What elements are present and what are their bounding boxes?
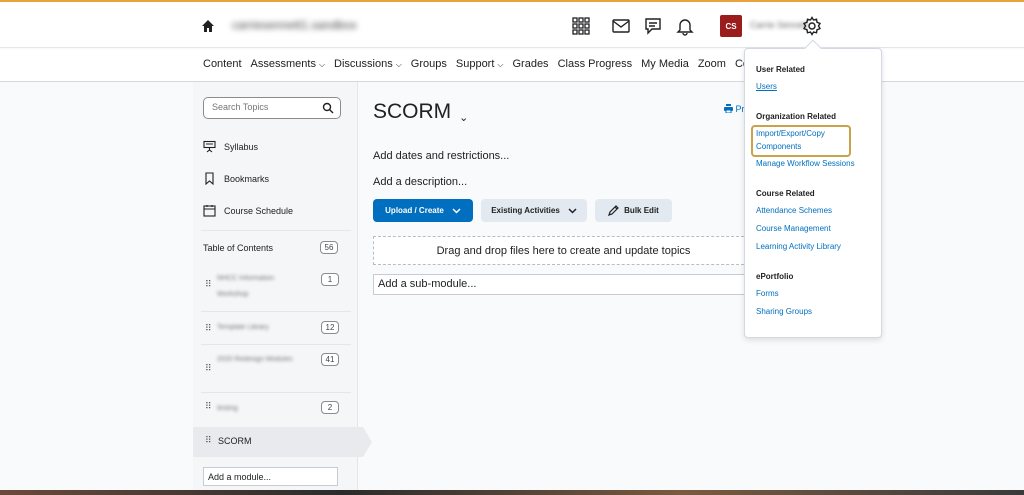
- link-course-management[interactable]: Course Management: [756, 222, 831, 235]
- divider: [201, 392, 351, 393]
- bulk-edit-button[interactable]: Bulk Edit: [595, 199, 672, 222]
- section-heading-course-related: Course Related: [756, 189, 815, 198]
- file-dropzone[interactable]: Drag and drop files here to create and u…: [373, 236, 754, 265]
- sidebar-item-course-schedule[interactable]: Course Schedule: [203, 204, 293, 217]
- presentation-icon: [203, 140, 216, 153]
- add-module-input[interactable]: Add a module...: [203, 467, 338, 486]
- admin-tools-dropdown: User Related Users Organization Related …: [744, 39, 882, 338]
- chevron-down-icon: ⌵: [395, 60, 402, 69]
- link-manage-workflow-sessions[interactable]: Manage Workflow Sessions: [756, 157, 855, 170]
- divider: [201, 344, 351, 345]
- calendar-icon: [203, 205, 216, 217]
- count-badge: 1: [321, 273, 339, 286]
- search-input[interactable]: [212, 102, 317, 112]
- sidebar-item-bookmarks[interactable]: Bookmarks: [203, 172, 269, 185]
- search-icon[interactable]: [322, 102, 334, 114]
- section-heading-organization-related: Organization Related: [756, 112, 837, 121]
- nav-class-progress[interactable]: Class Progress: [558, 58, 633, 70]
- link-forms[interactable]: Forms: [756, 287, 779, 300]
- search-topics: [203, 97, 341, 119]
- drag-handle-icon[interactable]: ⠿: [205, 363, 212, 374]
- link-learning-activity-library[interactable]: Learning Activity Library: [756, 240, 841, 253]
- divider: [201, 311, 351, 312]
- mail-icon[interactable]: [611, 16, 631, 36]
- chevron-down-icon: ⌵: [318, 60, 326, 69]
- mini-bar: carriesennett1.sandbox CS Carrie Sennett: [0, 2, 1024, 48]
- chat-icon[interactable]: [643, 16, 663, 36]
- add-description-link[interactable]: Add a description...: [373, 176, 467, 188]
- nav-grades[interactable]: Grades: [512, 58, 548, 70]
- add-dates-link[interactable]: Add dates and restrictions...: [373, 150, 509, 162]
- chevron-down-icon: [452, 207, 461, 214]
- nav-discussions[interactable]: Discussions ⌵: [334, 58, 402, 70]
- user-name[interactable]: Carrie Sennett: [750, 20, 808, 30]
- chevron-down-icon[interactable]: ⌄: [459, 112, 468, 124]
- drag-handle-icon[interactable]: ⠿: [205, 401, 212, 412]
- chevron-down-icon: ⌵: [497, 60, 504, 69]
- print-button[interactable]: Pr: [724, 104, 745, 114]
- bell-icon[interactable]: [675, 16, 695, 36]
- link-attendance-schemes[interactable]: Attendance Schemes: [756, 204, 832, 217]
- nav-support[interactable]: Support ⌵: [456, 58, 504, 70]
- count-badge: 56: [320, 241, 338, 254]
- add-submodule-input[interactable]: Add a sub-module...: [373, 274, 754, 295]
- printer-icon: [724, 104, 733, 114]
- nav-my-media[interactable]: My Media: [641, 58, 689, 70]
- existing-activities-button[interactable]: Existing Activities: [481, 199, 587, 222]
- nav-assessments[interactable]: Assessments ⌵: [251, 58, 326, 70]
- link-import-export-copy-components[interactable]: Import/Export/Copy Components: [756, 127, 825, 153]
- page-title[interactable]: SCORM ⌄: [373, 100, 468, 124]
- table-of-contents-label[interactable]: Table of Contents: [203, 243, 273, 253]
- nav-content[interactable]: Content: [203, 58, 242, 70]
- pencil-icon: [608, 205, 620, 216]
- section-heading-user-related: User Related: [756, 65, 805, 74]
- bottom-edge: [0, 490, 1024, 495]
- drag-handle-icon[interactable]: ⠿: [205, 279, 212, 290]
- gear-icon[interactable]: [802, 16, 822, 36]
- bookmark-icon: [205, 172, 214, 185]
- count-badge: 2: [321, 401, 339, 414]
- link-sharing-groups[interactable]: Sharing Groups: [756, 305, 812, 318]
- chevron-down-icon: [568, 207, 577, 214]
- divider: [201, 230, 351, 231]
- sidebar-item-syllabus[interactable]: Syllabus: [203, 140, 258, 153]
- section-heading-eportfolio: ePortfolio: [756, 272, 794, 281]
- nav-zoom[interactable]: Zoom: [698, 58, 726, 70]
- nav-groups[interactable]: Groups: [411, 58, 447, 70]
- count-badge: 41: [321, 353, 339, 366]
- home-icon[interactable]: [201, 19, 215, 33]
- grid-icon[interactable]: [571, 16, 591, 36]
- sidebar-item-scorm[interactable]: ⠿ SCORM: [193, 427, 372, 457]
- link-users[interactable]: Users: [756, 80, 777, 93]
- drag-handle-icon[interactable]: ⠿: [205, 435, 212, 446]
- avatar[interactable]: CS: [720, 15, 742, 37]
- active-pointer: [363, 427, 372, 457]
- content-sidebar: Syllabus Bookmarks Course Schedule Table…: [193, 82, 372, 495]
- drag-handle-icon[interactable]: ⠿: [205, 323, 212, 334]
- count-badge: 12: [321, 321, 339, 334]
- org-name[interactable]: carriesennett1.sandbox: [232, 18, 357, 32]
- upload-create-button[interactable]: Upload / Create: [373, 199, 473, 222]
